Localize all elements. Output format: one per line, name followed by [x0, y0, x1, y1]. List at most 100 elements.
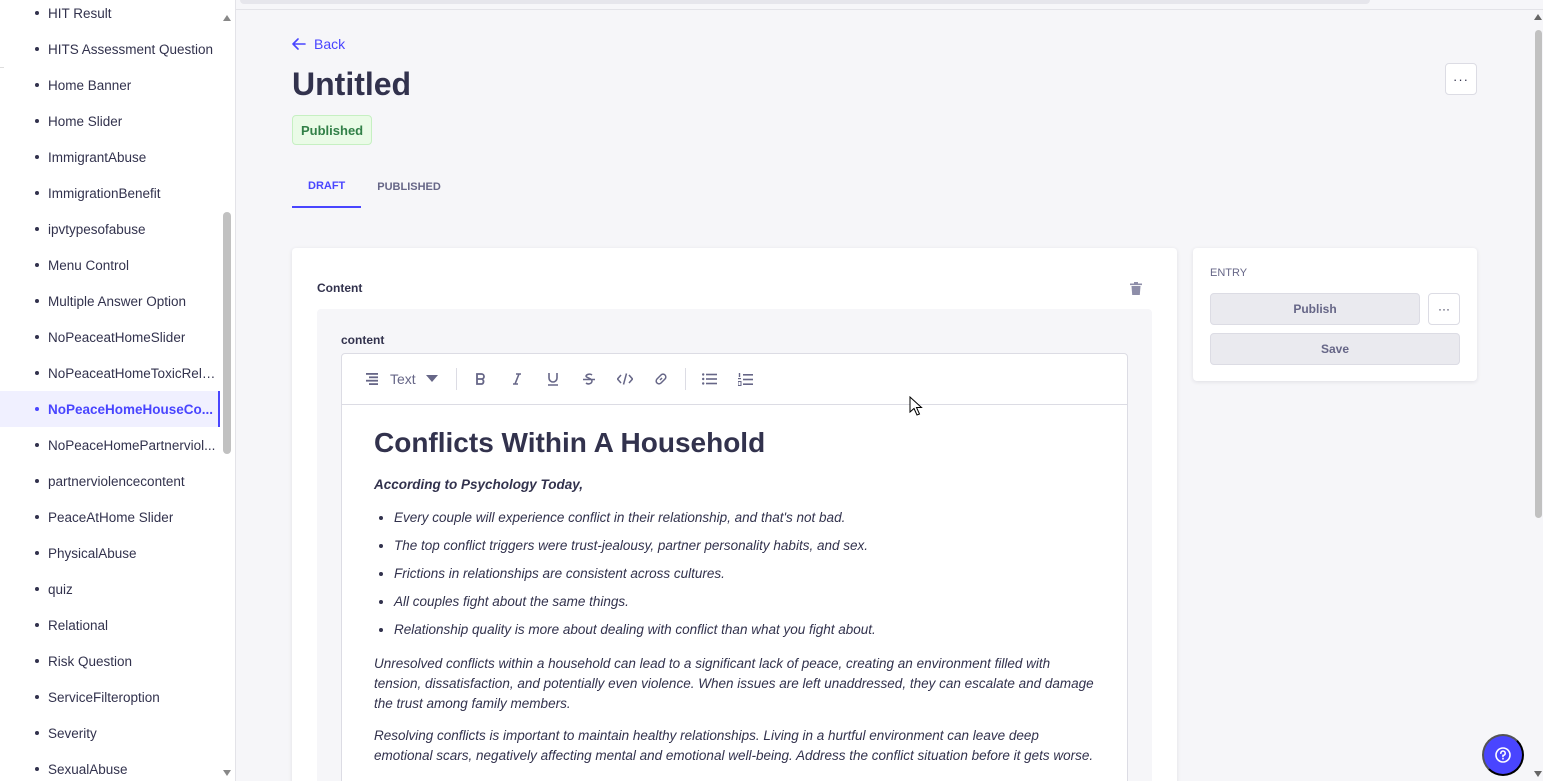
entry-label: ENTRY: [1210, 267, 1248, 279]
entry-more-button[interactable]: ···: [1428, 293, 1460, 325]
sidebar-item[interactable]: partnerviolencecontent: [0, 463, 220, 499]
mouse-cursor-icon: [909, 396, 923, 416]
help-button[interactable]: [1482, 734, 1524, 776]
sidebar-item[interactable]: Relational: [0, 607, 220, 643]
tab-published[interactable]: PUBLISHED: [361, 165, 457, 208]
bullet-icon: [35, 407, 39, 411]
text-style-select[interactable]: Text: [364, 371, 450, 387]
bullet-icon: [35, 191, 39, 195]
bulleted-list-button[interactable]: [692, 363, 728, 395]
scroll-up-icon[interactable]: [1534, 14, 1542, 20]
sidebar-item-label: Home Slider: [48, 113, 123, 129]
toolbar-divider: [684, 368, 686, 390]
content-field: content Text Conflicts Within A Househol…: [317, 309, 1152, 781]
italic-button[interactable]: [499, 363, 535, 395]
sidebar-item-label: NoPeaceHomePartnerviol...: [48, 437, 216, 453]
collection-list: HIT Result HITS Assessment Question Home…: [0, 0, 220, 781]
trash-icon[interactable]: [1128, 280, 1144, 296]
publish-button[interactable]: Publish: [1210, 293, 1420, 325]
sidebar-item-label: Multiple Answer Option: [48, 293, 187, 309]
italic-icon: [512, 373, 521, 385]
bullet-icon: [35, 263, 39, 267]
save-button[interactable]: Save: [1210, 333, 1460, 365]
scroll-down-icon[interactable]: [1534, 771, 1542, 777]
bold-icon: [475, 373, 485, 385]
sidebar-item[interactable]: Multiple Answer Option: [0, 283, 220, 319]
link-button[interactable]: [643, 363, 679, 395]
link-icon: [655, 373, 667, 385]
sidebar-item-label: ipvtypesofabuse: [48, 221, 146, 237]
bold-button[interactable]: [463, 363, 499, 395]
sidebar-item[interactable]: NoPeaceHomePartnerviol...: [0, 427, 220, 463]
sidebar-item[interactable]: PeaceAtHome Slider: [0, 499, 220, 535]
underline-button[interactable]: [535, 363, 571, 395]
sidebar-item[interactable]: HIT Result: [0, 0, 220, 31]
arrow-left-icon: [292, 38, 306, 50]
sidebar-item[interactable]: ipvtypesofabuse: [0, 211, 220, 247]
sidebar-scrollbar[interactable]: [220, 10, 235, 781]
list-item: Relationship quality is more about deali…: [394, 616, 1095, 644]
code-icon: [616, 373, 633, 385]
sidebar-item-label: PeaceAtHome Slider: [48, 509, 174, 525]
sidebar-item-active[interactable]: NoPeaceHomeHouseCo...: [0, 391, 220, 427]
sidebar-item[interactable]: SexualAbuse: [0, 751, 220, 781]
editor-content[interactable]: Conflicts Within A Household According t…: [342, 405, 1127, 781]
sidebar-item-label: NoPeaceHomeHouseCo...: [48, 401, 214, 417]
back-link[interactable]: Back: [292, 36, 345, 52]
strikethrough-button[interactable]: [571, 363, 607, 395]
bullet-icon: [35, 623, 39, 627]
sidebar-item-label: ServiceFilteroption: [48, 689, 160, 705]
numbered-list-button[interactable]: [728, 363, 764, 395]
collection-sidebar: HIT Result HITS Assessment Question Home…: [0, 0, 236, 781]
main-scrollbar[interactable]: [1533, 10, 1543, 781]
sidebar-item-label: Home Banner: [48, 77, 132, 93]
toolbar-divider: [455, 368, 457, 390]
more-actions-button[interactable]: ···: [1445, 63, 1477, 95]
scroll-down-icon[interactable]: [223, 770, 231, 776]
sidebar-item[interactable]: quiz: [0, 571, 220, 607]
sidebar-item[interactable]: ImmigrationBenefit: [0, 175, 220, 211]
sidebar-item-label: ImmigrantAbuse: [48, 149, 147, 165]
sidebar-item-label: NoPeaceatHomeSlider: [48, 329, 186, 345]
numbered-list-icon: [738, 372, 754, 386]
scrollbar-thumb[interactable]: [223, 212, 231, 454]
sidebar-item[interactable]: ImmigrantAbuse: [0, 139, 220, 175]
content-lead: According to Psychology Today,: [374, 477, 584, 492]
bullet-icon: [35, 767, 39, 771]
sidebar-item[interactable]: NoPeaceatHomeSlider: [0, 319, 220, 355]
bullet-icon: [35, 551, 39, 555]
sidebar-item[interactable]: Severity: [0, 715, 220, 751]
sidebar-item[interactable]: ServiceFilteroption: [0, 679, 220, 715]
content-paragraph: Resolving conflicts is important to main…: [374, 728, 1094, 763]
tab-draft[interactable]: DRAFT: [292, 165, 362, 208]
strikethrough-icon: [582, 372, 595, 385]
sidebar-item-label: NoPeaceatHomeToxicRela...: [48, 365, 220, 381]
sidebar-item-label: Severity: [48, 725, 97, 741]
sidebar-item[interactable]: Risk Question: [0, 643, 220, 679]
sidebar-item-label: Risk Question: [48, 653, 133, 669]
sidebar-item-label: Relational: [48, 617, 109, 633]
bullet-icon: [35, 227, 39, 231]
bulleted-list-icon: [702, 373, 718, 385]
bullet-icon: [35, 443, 39, 447]
sidebar-item[interactable]: NoPeaceatHomeToxicRela...: [0, 355, 220, 391]
rich-text-editor[interactable]: Text Conflicts Within A Household Accord…: [341, 353, 1128, 781]
sidebar-item[interactable]: Home Banner: [0, 67, 220, 103]
sidebar-item-label: quiz: [48, 581, 73, 597]
bullet-icon: [35, 659, 39, 663]
sidebar-item[interactable]: HITS Assessment Question: [0, 31, 220, 67]
code-button[interactable]: [607, 363, 643, 395]
sidebar-item[interactable]: PhysicalAbuse: [0, 535, 220, 571]
entry-panel: ENTRY Publish ··· Save: [1193, 248, 1477, 381]
list-item: All couples fight about the same things.: [394, 588, 1095, 616]
sidebar-item-label: SexualAbuse: [48, 761, 128, 777]
sidebar-item[interactable]: Menu Control: [0, 247, 220, 283]
scrollbar-thumb[interactable]: [1535, 30, 1542, 518]
sidebar-item-label: PhysicalAbuse: [48, 545, 137, 561]
sidebar-item[interactable]: Home Slider: [0, 103, 220, 139]
bullet-icon: [35, 83, 39, 87]
field-label: content: [341, 333, 385, 347]
bullet-icon: [35, 479, 39, 483]
status-badge: Published: [292, 115, 373, 145]
scroll-up-icon[interactable]: [223, 15, 231, 21]
